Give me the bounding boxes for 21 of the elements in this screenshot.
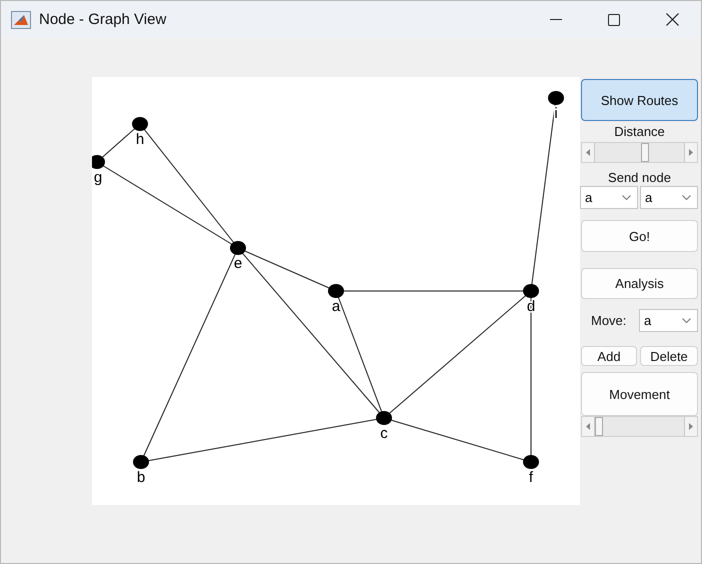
window-title: Node - Graph View — [39, 11, 166, 28]
movement-button[interactable]: Movement — [581, 372, 698, 416]
node-label: g — [94, 169, 102, 186]
delete-button[interactable]: Delete — [640, 346, 698, 366]
node-label: f — [528, 469, 534, 486]
dropdown[interactable]: a — [580, 186, 638, 209]
move-label: Move: — [591, 313, 626, 328]
node-label: a — [332, 298, 340, 315]
node-label: h — [136, 131, 144, 148]
show-routes-button[interactable]: Show Routes — [581, 79, 698, 121]
analysis-button[interactable]: Analysis — [581, 268, 698, 299]
send-node-label: Send node — [607, 170, 672, 185]
distance-label: Distance — [613, 124, 666, 139]
node-label: b — [136, 469, 146, 486]
node-label: i — [554, 105, 558, 122]
node-label: c — [380, 425, 388, 442]
dropdown[interactable]: a — [640, 186, 698, 209]
dropdown[interactable]: a — [639, 309, 698, 332]
go-button[interactable]: Go! — [581, 220, 698, 252]
add-button[interactable]: Add — [581, 346, 637, 366]
node-label: e — [234, 255, 242, 272]
